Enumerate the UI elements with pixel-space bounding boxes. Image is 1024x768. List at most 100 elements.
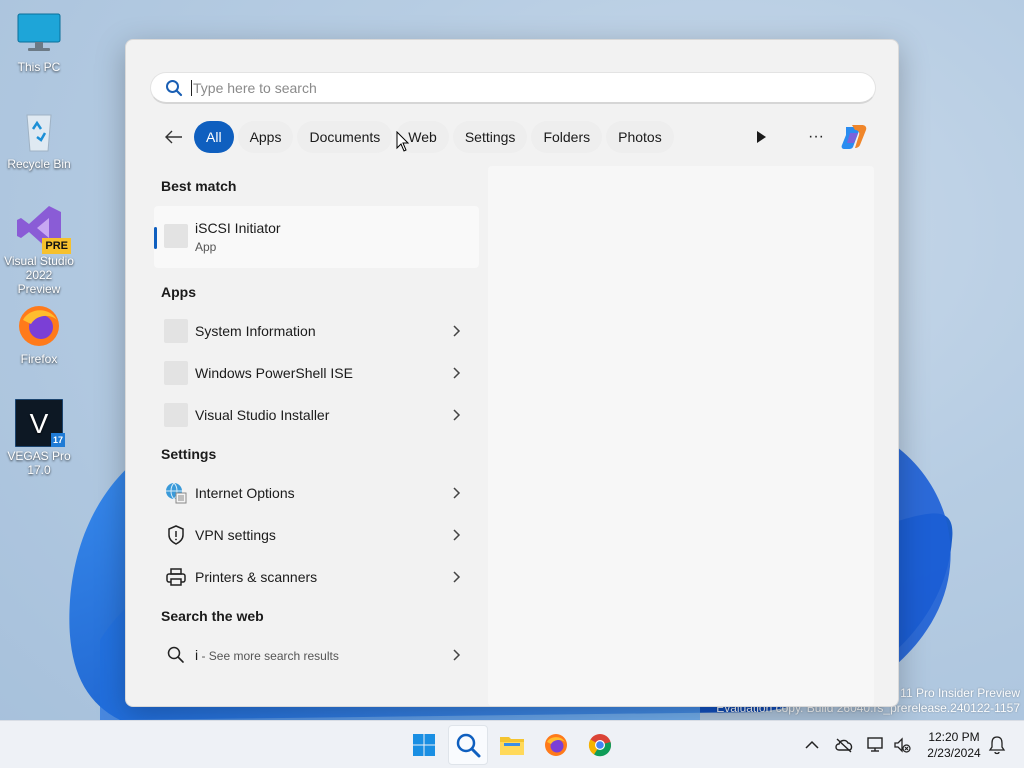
internet-options-icon [166,482,187,504]
cloud-offline-icon [835,738,853,753]
settings-result-item[interactable]: Printers & scanners [154,556,479,598]
text-caret [191,79,192,96]
taskbar-search-button[interactable] [448,725,488,765]
search-icon [456,733,481,758]
results-list: Best match iSCSI Initiator App Apps Syst… [154,168,479,676]
version-badge: 17 [50,433,65,447]
clock[interactable]: 12:20 PM 2/23/2024 [918,729,990,761]
best-match-name: iSCSI Initiator [195,220,281,236]
selection-indicator [154,227,157,249]
copilot-icon [841,125,867,149]
back-button[interactable] [160,123,188,151]
settings-result-item[interactable]: VPN settings [154,514,479,556]
show-hidden-icons-button[interactable] [800,733,824,757]
app-result-item[interactable]: Visual Studio Installer [154,394,479,436]
firefox-icon [545,734,567,756]
system-tray [800,721,914,768]
desktop-icon-label: VEGAS Pro 17.0 [7,449,71,477]
desktop-icon-firefox[interactable]: Firefox [4,302,74,366]
chevron-up-icon [805,740,819,749]
clock-date: 2/23/2024 [927,746,981,760]
iscsi-initiator-icon [164,224,188,248]
search-icon [166,79,183,96]
preview-pane [488,166,874,706]
firefox-taskbar-button[interactable] [536,725,576,765]
result-label: Internet Options [195,485,295,501]
clock-time: 12:20 PM [928,730,980,744]
best-match-item[interactable]: iSCSI Initiator App [154,206,479,268]
firefox-icon [15,302,63,350]
desktop-icon-label: Recycle Bin [7,157,71,171]
system-information-icon [164,319,188,343]
settings-result-item[interactable]: Internet Options [154,472,479,514]
apps-heading: Apps [161,284,196,300]
vegas-pro-icon: V 17 [14,398,65,448]
visual-studio-installer-icon [164,403,188,427]
printer-icon [166,568,186,586]
search-box[interactable] [150,72,876,104]
web-result-item[interactable]: i - See more search results [154,634,479,676]
filter-photos[interactable]: Photos [606,121,674,153]
result-label: Visual Studio Installer [195,407,330,423]
search-web-heading: Search the web [161,608,264,624]
chevron-right-icon [453,487,461,499]
chevron-right-icon [453,571,461,583]
web-query: i - See more search results [195,647,339,663]
desktop-icon-label: This PC [17,60,61,74]
filter-documents[interactable]: Documents [297,121,393,153]
desktop-icon-recycle-bin[interactable]: Recycle Bin [4,107,74,171]
filter-apps[interactable]: Apps [237,121,294,153]
web-query-hint: - See more search results [198,649,339,663]
desktop-icon-this-pc[interactable]: This PC [4,10,74,74]
desktop-icon-vegas-pro[interactable]: V 17 VEGAS Pro 17.0 [4,398,74,477]
app-result-item[interactable]: System Information [154,310,479,352]
filter-settings[interactable]: Settings [452,121,528,153]
network-button[interactable] [864,733,888,757]
start-button[interactable] [404,725,444,765]
taskbar: 12:20 PM 2/23/2024 [0,720,1024,768]
chrome-taskbar-button[interactable] [580,725,620,765]
result-label: VPN settings [195,527,276,543]
chevron-right-icon [453,409,461,421]
chevron-right-icon [453,367,461,379]
bell-icon [988,736,1006,755]
windows-logo-icon [413,734,435,756]
desktop-icon-visual-studio[interactable]: PRE Visual Studio 2022 Preview [4,204,74,296]
chrome-icon [588,734,612,757]
recycle-bin-icon [15,107,63,155]
folder-icon [500,737,524,755]
filter-bar: All Apps Documents Web Settings Folders … [160,121,678,153]
search-icon [167,646,184,663]
volume-muted-icon [894,737,911,753]
play-icon [757,131,766,143]
more-options-button[interactable]: ··· [806,127,826,147]
notifications-button[interactable] [988,735,1006,755]
desktop-icon-label: Visual Studio 2022 Preview [4,254,74,296]
best-match-type: App [195,240,217,254]
network-icon [867,737,883,752]
chevron-right-icon [453,325,461,337]
volume-button[interactable] [890,733,914,757]
monitor-icon [15,10,63,58]
filter-all[interactable]: All [194,121,234,153]
result-label: Windows PowerShell ISE [195,365,353,381]
chevron-right-icon [453,529,461,541]
visual-studio-icon: PRE [15,204,71,254]
app-result-item[interactable]: Windows PowerShell ISE [154,352,479,394]
shield-icon [168,525,184,545]
svg-text:V: V [30,408,49,439]
arrow-left-icon [165,130,182,144]
desktop-icon-label: Firefox [20,352,58,366]
best-match-heading: Best match [161,178,237,194]
result-label: Printers & scanners [195,569,318,585]
more-filters-button[interactable] [751,127,771,147]
copilot-button[interactable] [838,121,870,153]
result-label: System Information [195,323,316,339]
chevron-right-icon [453,649,461,661]
file-explorer-button[interactable] [492,725,532,765]
search-input[interactable] [193,79,875,96]
filter-folders[interactable]: Folders [531,121,603,153]
mouse-cursor-icon [396,131,410,152]
pre-badge: PRE [42,238,71,254]
onedrive-button[interactable] [832,733,856,757]
